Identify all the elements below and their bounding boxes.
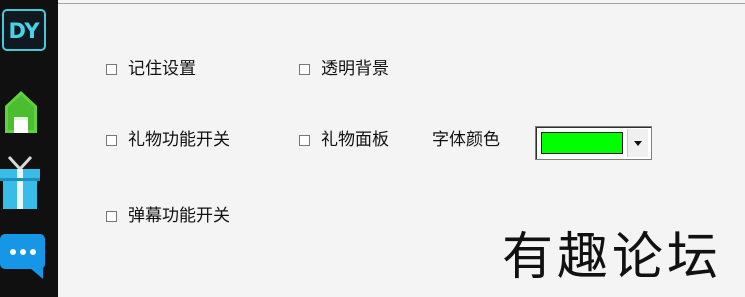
gift-icon[interactable] xyxy=(0,155,40,209)
forum-watermark: 有趣论坛 xyxy=(502,228,723,287)
gift-panel-box[interactable] xyxy=(299,134,310,146)
danmaku-feature-toggle-box[interactable] xyxy=(106,210,117,222)
font-color-select[interactable] xyxy=(535,126,652,160)
danmaku-feature-toggle-checkbox[interactable]: 弹幕功能开关 xyxy=(106,205,230,227)
transparent-background-box[interactable] xyxy=(299,63,310,75)
home-icon[interactable] xyxy=(4,90,38,134)
gift-feature-toggle-checkbox[interactable]: 礼物功能开关 xyxy=(106,129,230,151)
dy-logo[interactable]: DY xyxy=(2,9,46,51)
gift-panel-label: 礼物面板 xyxy=(321,130,389,150)
dropdown-arrow-icon[interactable] xyxy=(627,129,648,157)
gift-feature-toggle-label: 礼物功能开关 xyxy=(128,130,230,150)
remember-settings-box[interactable] xyxy=(106,63,117,75)
danmaku-feature-toggle-label: 弹幕功能开关 xyxy=(128,206,230,226)
chat-bubble-icon[interactable] xyxy=(0,232,46,280)
sidebar: DY xyxy=(0,0,58,297)
remember-settings-checkbox[interactable]: 记住设置 xyxy=(106,58,196,80)
gift-panel-checkbox[interactable]: 礼物面板 xyxy=(299,129,389,151)
top-divider xyxy=(58,3,745,4)
font-color-label: 字体颜色 xyxy=(432,130,500,150)
logo-text: DY xyxy=(8,19,40,43)
gift-feature-toggle-box[interactable] xyxy=(106,134,117,146)
remember-settings-label: 记住设置 xyxy=(128,59,196,79)
transparent-background-label: 透明背景 xyxy=(321,59,389,79)
font-color-swatch[interactable] xyxy=(541,132,623,154)
transparent-background-checkbox[interactable]: 透明背景 xyxy=(299,58,389,80)
